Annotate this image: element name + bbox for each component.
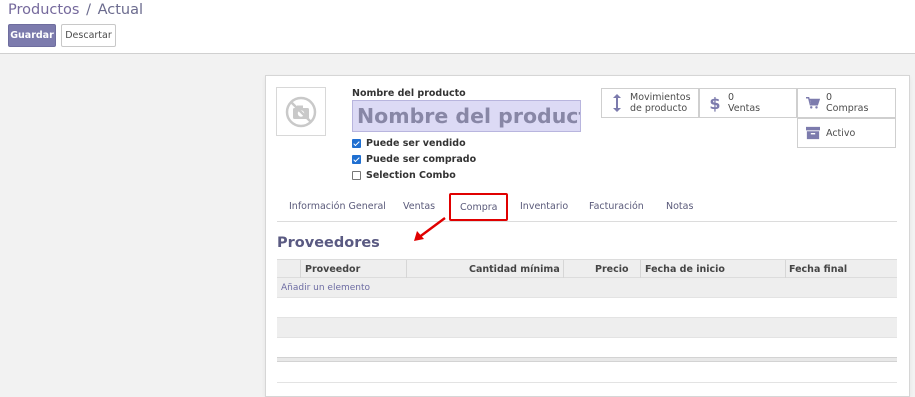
table-row [277,338,897,358]
tab-notas[interactable]: Notas [666,191,693,222]
active-toggle-button[interactable]: Activo [797,118,896,148]
breadcrumb: Productos / Actual [8,2,143,18]
sales-button[interactable]: $ 0 Ventas [699,88,797,118]
table-row [277,363,897,383]
column-separator [640,260,641,278]
no-camera-icon [285,96,317,127]
archive-icon [806,126,820,140]
table-footer [277,357,897,362]
breadcrumb-current: Actual [97,2,144,18]
add-line-link[interactable]: Añadir un elemento [281,283,370,293]
purchases-count: 0 [826,92,833,103]
column-separator [406,260,407,278]
purchases-button[interactable]: 0 Compras [797,88,896,118]
table-header: Proveedor Cantidad mínima Precio Fecha d… [277,259,897,278]
purchases-label: Compras [826,103,869,114]
selection-combo-label: Selection Combo [366,170,456,181]
product-moves-button[interactable]: Movimientos de producto [601,88,699,118]
add-line-row[interactable]: Añadir un elemento [277,278,897,298]
discard-button[interactable]: Descartar [61,24,116,47]
notebook-tabs: Información General Ventas Compra Invent… [277,191,897,222]
annotation-arrow-icon [414,217,446,241]
sales-label: Ventas [728,103,761,114]
column-fecha-final[interactable]: Fecha final [789,260,847,278]
save-button[interactable]: Guardar [8,24,56,47]
product-name-input[interactable]: Nombre del producto [352,100,581,132]
can-be-purchased-label: Puede ser comprado [366,154,477,165]
product-moves-line1: Movimientos [630,92,691,103]
column-separator [563,260,564,278]
selection-combo-checkbox[interactable] [352,171,361,180]
suppliers-section-title: Proveedores [277,235,380,251]
can-be-sold-row[interactable]: Puede ser vendido [352,138,466,149]
arrows-vertical-icon [610,94,624,112]
table-row [277,298,897,318]
column-precio[interactable]: Precio [595,260,629,278]
cart-icon [806,96,820,110]
tab-inventario[interactable]: Inventario [520,191,568,222]
can-be-sold-label: Puede ser vendido [366,138,466,149]
product-image[interactable] [276,87,326,136]
table-row [277,318,897,338]
dollar-icon: $ [709,93,721,113]
column-separator [300,260,301,278]
product-name-label: Nombre del producto [352,88,466,99]
tab-facturacion[interactable]: Facturación [589,191,644,222]
column-fecha-de-inicio[interactable]: Fecha de inicio [645,260,725,278]
can-be-sold-checkbox[interactable] [352,139,361,148]
active-label: Activo [826,127,856,139]
can-be-purchased-row[interactable]: Puede ser comprado [352,154,476,165]
tab-informacion-general[interactable]: Información General [289,191,386,222]
can-be-purchased-checkbox[interactable] [352,155,361,164]
control-panel: Productos / Actual Guardar Descartar [0,0,915,54]
breadcrumb-separator: / [86,2,91,18]
sales-count: 0 [728,92,735,103]
column-proveedor[interactable]: Proveedor [305,260,360,278]
breadcrumb-productos-link[interactable]: Productos [8,2,79,18]
column-cantidad-minima[interactable]: Cantidad mínima [469,260,560,278]
product-moves-line2: de producto [630,103,688,114]
column-separator [785,260,786,278]
selection-combo-row[interactable]: Selection Combo [352,170,456,181]
form-sheet: Nombre del producto Nombre del producto … [265,75,910,397]
tab-compra[interactable]: Compra [449,193,509,221]
